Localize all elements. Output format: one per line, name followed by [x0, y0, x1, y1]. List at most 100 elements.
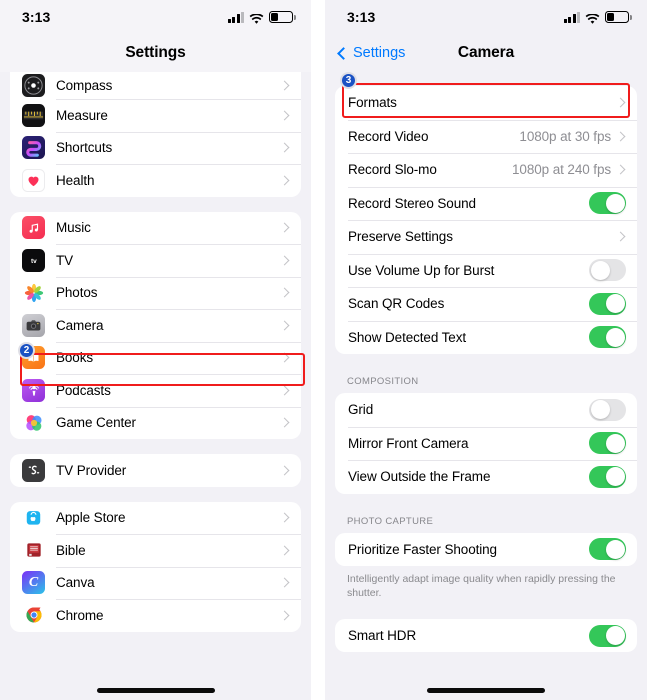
- sidebar-item-health[interactable]: Health: [10, 164, 301, 197]
- row-record-video[interactable]: Record Video 1080p at 30 fps: [335, 119, 637, 154]
- cellular-bars-icon: [563, 11, 580, 23]
- camera-app-icon: [22, 313, 45, 337]
- back-button[interactable]: Settings: [337, 45, 406, 61]
- camera-settings-list[interactable]: Formats Record Video 1080p at 30 fps Rec…: [325, 72, 647, 700]
- row-label: TV Provider: [56, 462, 127, 478]
- photos-app-icon: [22, 281, 45, 305]
- chevron-right-icon: [279, 465, 290, 476]
- chrome-app-icon: [22, 603, 45, 627]
- sidebar-item-chrome[interactable]: Chrome: [10, 599, 301, 632]
- step-badge-3: 3: [340, 72, 357, 89]
- row-label: Use Volume Up for Burst: [348, 262, 495, 278]
- toggle-prioritize-faster-shooting[interactable]: [589, 538, 626, 561]
- row-label: Grid: [348, 402, 374, 418]
- row-label: Record Slo-mo: [348, 162, 437, 178]
- left-status-bar: 3:13: [0, 0, 311, 34]
- settings-group-third-party-apps: Apple Store Bible C Canva Chrome: [10, 501, 301, 632]
- chevron-right-icon: [615, 164, 626, 175]
- sidebar-item-bible[interactable]: Bible: [10, 534, 301, 567]
- section-header-composition: COMPOSITION: [347, 376, 419, 387]
- battery-low-icon: [605, 11, 632, 23]
- row-mirror-front-camera[interactable]: Mirror Front Camera: [335, 426, 637, 461]
- settings-group-utilities: Compass Measure Shortcuts Health: [10, 72, 301, 197]
- row-view-outside-the-frame[interactable]: View Outside the Frame: [335, 460, 637, 494]
- row-label: Chrome: [56, 607, 104, 623]
- sidebar-item-shortcuts[interactable]: Shortcuts: [10, 131, 301, 165]
- sidebar-item-photos[interactable]: Photos: [10, 276, 301, 310]
- chevron-right-icon: [279, 287, 290, 298]
- tv-provider-app-icon: [22, 458, 45, 482]
- row-label: Canva: [56, 575, 95, 591]
- section-header-photo-capture: PHOTO CAPTURE: [347, 515, 434, 527]
- row-show-detected-text[interactable]: Show Detected Text: [335, 320, 637, 355]
- dual-phone-screenshot: 3:13 Settings Compass Measure Shortcuts …: [0, 0, 647, 700]
- status-icons: [563, 11, 632, 24]
- sidebar-item-game-center[interactable]: Game Center: [10, 406, 301, 440]
- chevron-right-icon: [615, 231, 626, 242]
- row-value: 1080p at 30 fps: [519, 128, 611, 144]
- status-time: 3:13: [22, 9, 51, 25]
- toggle-smart-hdr[interactable]: [589, 624, 626, 647]
- wifi-icon: [585, 12, 600, 24]
- row-prioritize-faster-shooting[interactable]: Prioritize Faster Shooting: [335, 533, 637, 567]
- battery-low-icon: [269, 11, 296, 23]
- sidebar-item-measure[interactable]: Measure: [10, 99, 301, 132]
- tv-app-icon: tv: [22, 248, 45, 272]
- page-title: Camera: [457, 44, 515, 61]
- camera-settings-group-composition: Grid Mirror Front Camera View Outside th…: [335, 393, 637, 494]
- toggle-view-outside-the-frame[interactable]: [589, 465, 626, 488]
- sidebar-item-tv[interactable]: tv TV: [10, 244, 301, 277]
- row-label: Prioritize Faster Shooting: [348, 541, 497, 557]
- sidebar-item-podcasts[interactable]: Podcasts: [10, 374, 301, 407]
- settings-group-apple-apps: Music tv TV Photos Camera Books Podcasts…: [10, 211, 301, 440]
- chevron-right-icon: [279, 417, 290, 428]
- row-label: Music: [56, 220, 91, 236]
- row-record-slo-mo[interactable]: Record Slo-mo 1080p at 240 fps: [335, 153, 637, 187]
- home-indicator: [96, 688, 215, 693]
- row-record-stereo-sound[interactable]: Record Stereo Sound: [335, 186, 637, 221]
- toggle-use-volume-up-for-burst[interactable]: [589, 259, 626, 282]
- toggle-record-stereo-sound[interactable]: [589, 192, 626, 215]
- panel-divider: [311, 0, 325, 700]
- sidebar-item-music[interactable]: Music: [10, 212, 301, 245]
- row-label: Podcasts: [56, 382, 111, 398]
- row-label: Scan QR Codes: [348, 296, 445, 312]
- compass-app-icon: [22, 74, 45, 97]
- sidebar-item-canva[interactable]: C Canva: [10, 566, 301, 600]
- toggle-mirror-front-camera[interactable]: [589, 432, 626, 455]
- svg-text:tv: tv: [31, 258, 37, 265]
- row-preserve-settings[interactable]: Preserve Settings: [335, 220, 637, 254]
- right-phone-camera-settings-screen: 3:13 Settings Camera Formats Record Vide…: [325, 0, 647, 700]
- chevron-right-icon: [279, 577, 290, 588]
- back-button-label: Settings: [353, 45, 406, 61]
- sidebar-item-camera[interactable]: Camera: [10, 309, 301, 342]
- left-settings-list[interactable]: Compass Measure Shortcuts Health Music t…: [0, 72, 311, 700]
- row-label: Smart HDR: [348, 628, 417, 644]
- sidebar-item-compass[interactable]: Compass: [10, 72, 301, 99]
- row-label: Photos: [56, 285, 98, 301]
- toggle-grid[interactable]: [589, 398, 626, 421]
- sidebar-item-books[interactable]: Books: [10, 341, 301, 375]
- chevron-right-icon: [279, 512, 290, 523]
- status-time: 3:13: [347, 9, 376, 25]
- canva-app-icon: C: [22, 571, 45, 595]
- row-label: Bible: [56, 542, 86, 558]
- sidebar-item-apple-store[interactable]: Apple Store: [10, 502, 301, 535]
- row-grid[interactable]: Grid: [335, 393, 637, 427]
- row-formats[interactable]: Formats: [335, 86, 637, 120]
- camera-settings-group-smart-hdr: Smart HDR: [335, 618, 637, 653]
- row-scan-qr-codes[interactable]: Scan QR Codes: [335, 287, 637, 321]
- chevron-right-icon: [279, 142, 290, 153]
- wifi-icon: [249, 12, 264, 24]
- left-nav-bar: Settings: [0, 34, 311, 72]
- right-status-bar: 3:13: [325, 0, 647, 34]
- bible-app-icon: [22, 538, 45, 562]
- row-label: Show Detected Text: [348, 329, 467, 345]
- chevron-right-icon: [279, 80, 290, 91]
- row-smart-hdr[interactable]: Smart HDR: [335, 619, 637, 653]
- row-use-volume-up-for-burst[interactable]: Use Volume Up for Burst: [335, 253, 637, 288]
- toggle-scan-qr-codes[interactable]: [589, 292, 626, 315]
- row-label: Shortcuts: [56, 140, 113, 156]
- sidebar-item-tv-provider[interactable]: TV Provider: [10, 454, 301, 487]
- toggle-show-detected-text[interactable]: [589, 326, 626, 349]
